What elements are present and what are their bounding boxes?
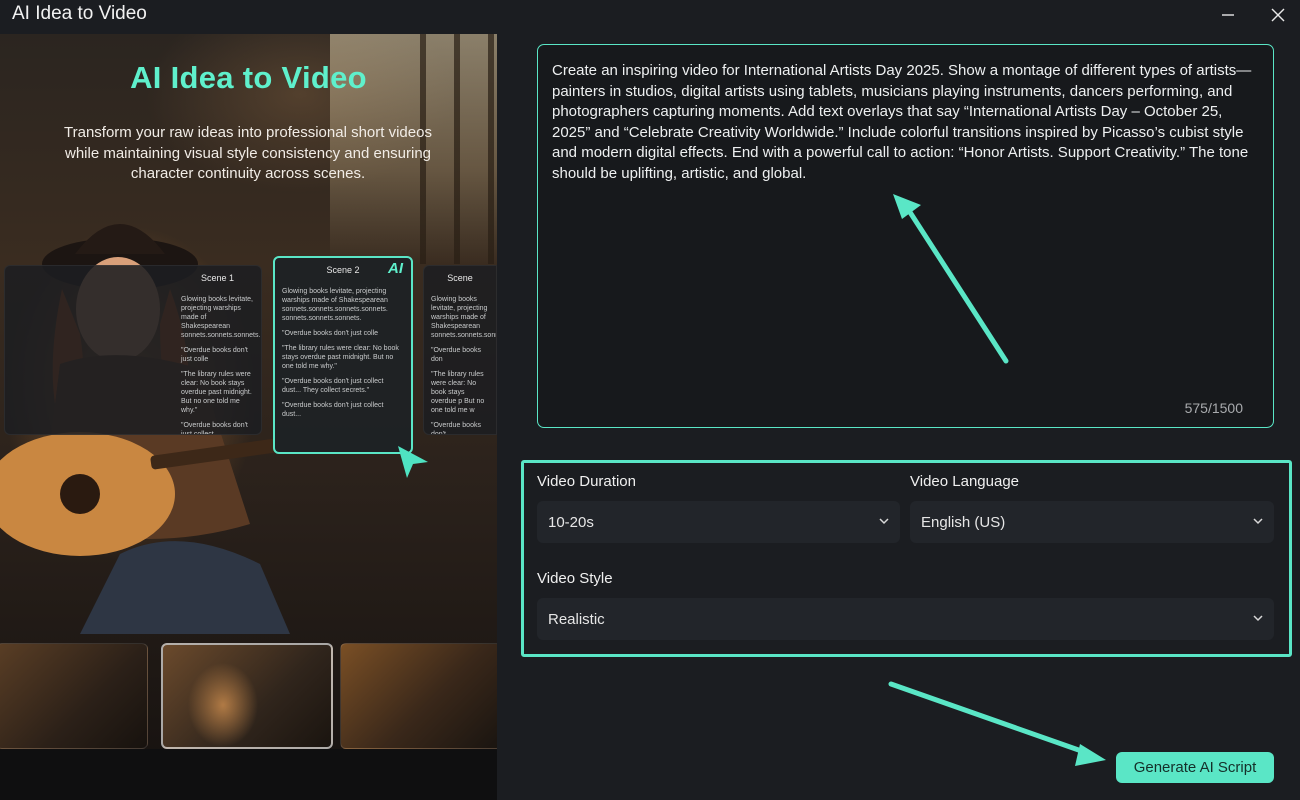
scene-card-text: "Overdue books don't just colle	[181, 347, 248, 363]
scene-card-text: "Overdue books don	[431, 347, 481, 363]
close-button[interactable]	[1260, 2, 1296, 28]
idea-prompt-textarea[interactable]: Create an inspiring video for Internatio…	[537, 44, 1274, 428]
thumbnail-1	[0, 643, 148, 749]
pointer-cursor-icon	[398, 446, 428, 478]
scene-card-text: "Overdue books don't just collect dust..…	[282, 378, 384, 394]
scene-card-title: Scene	[447, 273, 473, 283]
scene-card-3: Scene Glowing books levitate, projecting…	[423, 265, 497, 435]
scene-card-text: Glowing books levitate, projecting warsh…	[181, 296, 261, 339]
scene-card-2-selected: Scene 2 AI Glowing books levitate, proje…	[273, 256, 413, 454]
video-duration-value: 10-20s	[548, 513, 594, 531]
scene-card-title: Scene 2	[326, 265, 360, 275]
promo-description: Transform your raw ideas into profession…	[64, 124, 432, 182]
close-icon	[1271, 8, 1285, 22]
promo-bottom-strip	[0, 749, 497, 800]
video-language-value: English (US)	[921, 513, 1006, 531]
scene-card-text: "Overdue books don't just collect	[181, 422, 248, 435]
promo-title: AI Idea to Video	[130, 60, 367, 95]
minimize-icon	[1222, 14, 1234, 16]
scene-card-text: Glowing books levitate, projecting warsh…	[282, 288, 388, 322]
promo-panel: AI Idea to Video Transform your raw idea…	[0, 34, 497, 800]
scene-card-1: Scene 1 Glowing books levitate, projecti…	[4, 265, 262, 435]
scene-card-text: "The library rules were clear: No book s…	[282, 345, 399, 370]
scene-card-text: "Overdue books don't just collect dust..…	[282, 402, 384, 418]
scene-card-text: "The library rules were clear: No book s…	[431, 371, 485, 414]
window-title: AI Idea to Video	[12, 3, 147, 24]
video-style-value: Realistic	[548, 610, 605, 628]
video-duration-label: Video Duration	[537, 473, 636, 490]
annotation-arrow-to-generate	[888, 681, 1106, 766]
ai-badge: AI	[388, 260, 403, 277]
video-language-label: Video Language	[910, 473, 1019, 490]
title-bar: AI Idea to Video	[0, 0, 1300, 34]
thumbnail-2-selected	[161, 643, 333, 749]
video-language-select[interactable]: English (US)	[910, 501, 1274, 543]
chevron-down-icon	[879, 518, 889, 525]
thumbnail-3	[340, 643, 497, 749]
scene-card-text: "Overdue books don't just colle	[282, 330, 379, 337]
chevron-down-icon	[1253, 518, 1263, 525]
minimize-button[interactable]	[1210, 2, 1246, 28]
chevron-down-icon	[1253, 615, 1263, 622]
scene-card-text: Glowing books levitate, projecting warsh…	[431, 296, 496, 339]
scene-card-text: "The library rules were clear: No book s…	[181, 371, 252, 414]
video-style-select[interactable]: Realistic	[537, 598, 1274, 640]
scene-card-title: Scene 1	[200, 273, 235, 283]
idea-prompt-text[interactable]: Create an inspiring video for Internatio…	[552, 61, 1264, 185]
character-count: 575/1500	[1184, 400, 1243, 416]
video-style-label: Video Style	[537, 570, 613, 587]
generate-ai-script-button[interactable]: Generate AI Script	[1116, 752, 1274, 783]
video-duration-select[interactable]: 10-20s	[537, 501, 900, 543]
scene-card-text: "Overdue books don't	[431, 422, 481, 435]
